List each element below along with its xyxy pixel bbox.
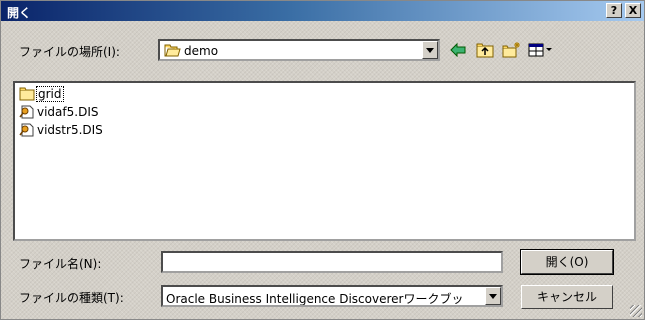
open-folder-icon bbox=[164, 44, 181, 60]
document-key-icon bbox=[19, 105, 35, 122]
resize-grip-icon[interactable] bbox=[630, 305, 642, 317]
document-key-icon bbox=[19, 123, 35, 140]
cancel-button[interactable]: キャンセル bbox=[521, 285, 613, 309]
location-dropdown-button[interactable] bbox=[422, 41, 438, 59]
location-value: demo bbox=[184, 44, 219, 58]
back-arrow-icon[interactable] bbox=[448, 41, 468, 59]
new-folder-icon[interactable] bbox=[501, 41, 521, 59]
view-menu-icon[interactable] bbox=[527, 41, 555, 59]
help-button[interactable]: ? bbox=[606, 3, 622, 18]
file-list[interactable]: grid vidaf5.DIS vidstr5.DIS bbox=[13, 81, 636, 241]
location-combobox[interactable]: demo bbox=[158, 39, 440, 61]
filename-label: ファイル名(N): bbox=[19, 257, 102, 271]
file-name: grid bbox=[36, 86, 64, 102]
close-button[interactable]: X bbox=[625, 3, 641, 18]
filetype-label: ファイルの種類(T): bbox=[19, 291, 124, 305]
filename-input[interactable] bbox=[161, 251, 503, 273]
open-button[interactable]: 開く(O) bbox=[520, 249, 614, 275]
up-folder-icon[interactable] bbox=[475, 41, 495, 59]
file-name: vidstr5.DIS bbox=[37, 123, 103, 137]
title-bar[interactable]: 開く ? X bbox=[1, 1, 644, 21]
folder-icon bbox=[19, 87, 35, 104]
filetype-combobox[interactable]: Oracle Business Intelligence Discovererワ… bbox=[161, 285, 503, 307]
dialog-title: 開く bbox=[7, 6, 32, 20]
filetype-value: Oracle Business Intelligence Discovererワ… bbox=[166, 292, 464, 306]
location-label: ファイルの場所(I): bbox=[19, 45, 120, 59]
file-name: vidaf5.DIS bbox=[37, 105, 99, 119]
open-dialog: 開く ? X ファイルの場所(I): demo grid vidaf5.DIS … bbox=[0, 0, 645, 320]
filetype-dropdown-button[interactable] bbox=[485, 287, 501, 305]
